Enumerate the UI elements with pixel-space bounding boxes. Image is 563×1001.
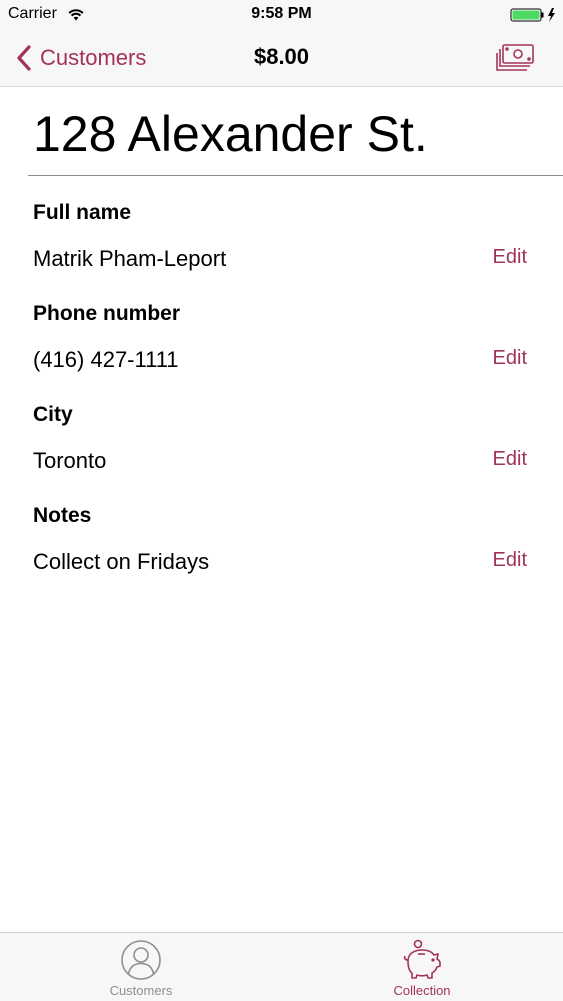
piggy-bank-icon [403,939,441,979]
charging-bolt-icon [548,8,555,22]
field-value: Matrik Pham-Leport [33,246,227,271]
tab-bar: Customers Collection [0,932,563,1001]
field-full-name: Full name Matrik Pham-Leport Edit [0,201,563,301]
edit-full-name-button[interactable]: Edit [493,246,527,269]
battery-icon [510,8,555,22]
field-phone-number: Phone number (416) 427-1111 Edit [0,302,563,402]
navigation-bar: Customers $8.00 [0,30,563,87]
tab-collection[interactable]: Collection [342,933,502,1001]
field-value: (416) 427-1111 [33,347,179,372]
status-time: 9:58 PM [251,5,312,22]
field-value: Collect on Fridays [33,549,210,574]
tab-label: Customers [109,983,173,998]
status-bar: Carrier 9:58 PM [0,0,563,30]
field-label: Phone number [33,302,181,325]
field-value: Toronto [33,448,107,473]
edit-notes-button[interactable]: Edit [493,549,527,572]
title-divider [28,175,563,176]
tab-customers[interactable]: Customers [61,933,221,1001]
field-label: City [33,403,73,426]
customer-address-title: 128 Alexander St. [33,106,428,162]
cash-stack-icon[interactable] [494,42,536,74]
edit-phone-number-button[interactable]: Edit [493,347,527,370]
person-icon [121,940,161,980]
field-label: Full name [33,201,132,224]
field-notes: Notes Collect on Fridays Edit [0,504,563,604]
field-label: Notes [33,504,92,527]
field-city: City Toronto Edit [0,403,563,503]
nav-title-amount: $8.00 [253,44,310,69]
tab-label: Collection [393,983,451,998]
edit-city-button[interactable]: Edit [493,448,527,471]
